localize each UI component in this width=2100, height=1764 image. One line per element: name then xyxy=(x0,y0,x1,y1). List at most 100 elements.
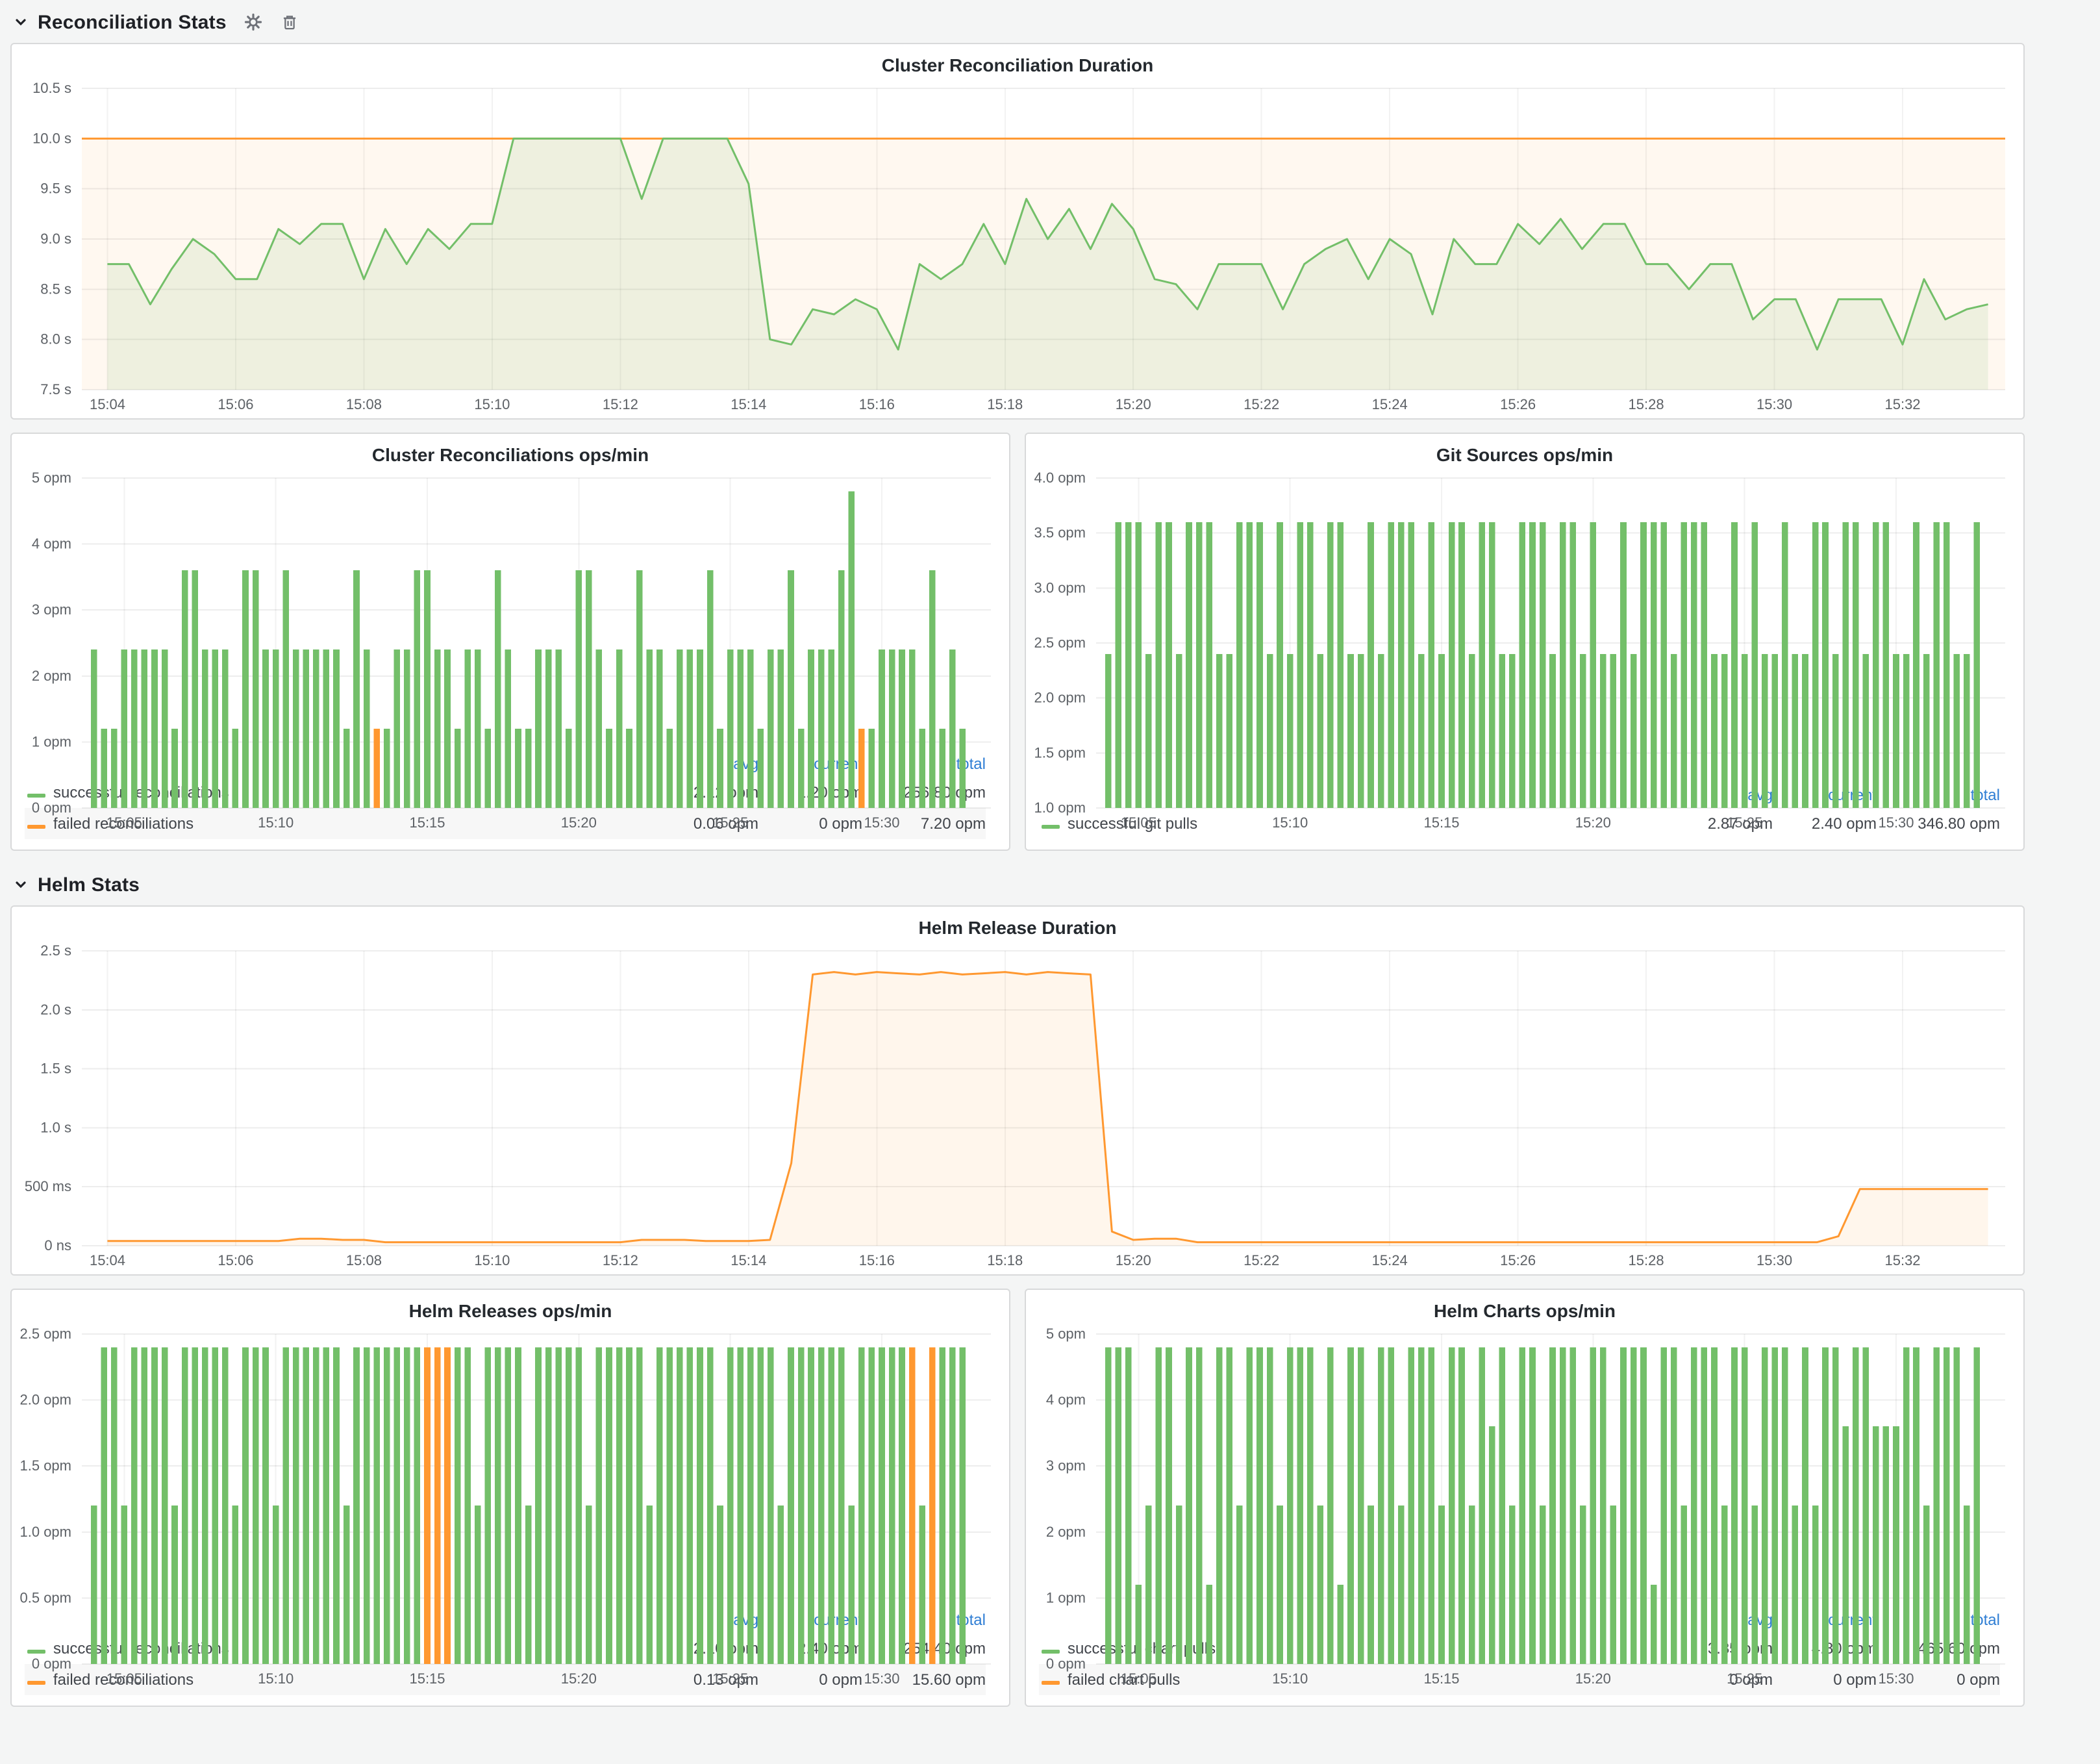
svg-text:15:15: 15:15 xyxy=(409,814,445,831)
svg-text:15:10: 15:10 xyxy=(1272,1670,1308,1687)
svg-text:15:20: 15:20 xyxy=(561,814,597,831)
svg-text:15:20: 15:20 xyxy=(1116,1252,1151,1268)
svg-text:2.0 opm: 2.0 opm xyxy=(1034,690,1086,706)
svg-text:15:16: 15:16 xyxy=(859,1252,895,1268)
svg-text:15:30: 15:30 xyxy=(864,814,899,831)
chart-git-sources-opm[interactable]: 1.0 opm1.5 opm2.0 opm2.5 opm3.0 opm3.5 o… xyxy=(1026,468,2023,779)
section-title: Reconciliation Stats xyxy=(38,11,227,33)
svg-text:15:26: 15:26 xyxy=(1500,1252,1536,1268)
panel-helm-charts-opm: Helm Charts ops/min 0 opm1 opm2 opm3 opm… xyxy=(1025,1289,2025,1707)
panel-title: Cluster Reconciliations ops/min xyxy=(12,434,1009,468)
svg-text:0 opm: 0 opm xyxy=(1046,1656,1086,1672)
svg-text:15:30: 15:30 xyxy=(1878,814,1914,831)
chevron-down-icon[interactable] xyxy=(13,877,29,892)
svg-text:15:10: 15:10 xyxy=(1272,814,1308,831)
svg-text:15:32: 15:32 xyxy=(1884,396,1920,412)
svg-text:15:10: 15:10 xyxy=(474,1252,510,1268)
svg-text:1 opm: 1 opm xyxy=(1046,1589,1086,1606)
chart-cluster-reconciliations-opm[interactable]: 0 opm1 opm2 opm3 opm4 opm5 opm15:0515:10… xyxy=(12,468,1009,748)
svg-text:2.0 s: 2.0 s xyxy=(40,1002,71,1018)
svg-text:1.5 opm: 1.5 opm xyxy=(1034,744,1086,761)
svg-text:2 opm: 2 opm xyxy=(32,668,71,684)
svg-text:15:16: 15:16 xyxy=(859,396,895,412)
svg-text:1.0 opm: 1.0 opm xyxy=(1034,800,1086,816)
trash-icon[interactable] xyxy=(281,13,299,31)
svg-text:0 opm: 0 opm xyxy=(32,800,71,816)
svg-text:15:15: 15:15 xyxy=(409,1670,445,1687)
svg-text:15:25: 15:25 xyxy=(712,1670,748,1687)
svg-text:15:20: 15:20 xyxy=(1575,1670,1611,1687)
svg-text:10.5 s: 10.5 s xyxy=(32,80,71,96)
svg-text:10.0 s: 10.0 s xyxy=(32,130,71,146)
section-title: Helm Stats xyxy=(38,874,140,896)
svg-text:15:06: 15:06 xyxy=(218,396,253,412)
svg-text:8.5 s: 8.5 s xyxy=(40,281,71,297)
svg-text:15:10: 15:10 xyxy=(258,1670,294,1687)
svg-text:3 opm: 3 opm xyxy=(32,601,71,618)
svg-text:15:24: 15:24 xyxy=(1372,1252,1408,1268)
svg-text:1.5 s: 1.5 s xyxy=(40,1061,71,1077)
svg-text:15:22: 15:22 xyxy=(1244,396,1279,412)
chart-helm-release-duration[interactable]: 0 ns500 ms1.0 s1.5 s2.0 s2.5 s15:0415:06… xyxy=(12,940,2023,1274)
svg-text:2.0 opm: 2.0 opm xyxy=(20,1392,72,1408)
svg-text:3.0 opm: 3.0 opm xyxy=(1034,579,1086,596)
svg-text:500 ms: 500 ms xyxy=(25,1178,71,1194)
svg-text:15:05: 15:05 xyxy=(106,1670,142,1687)
svg-text:9.0 s: 9.0 s xyxy=(40,231,71,247)
svg-text:4 opm: 4 opm xyxy=(32,536,71,552)
svg-text:15:04: 15:04 xyxy=(90,1252,125,1268)
svg-text:1 opm: 1 opm xyxy=(32,733,71,750)
svg-text:15:20: 15:20 xyxy=(561,1670,597,1687)
svg-text:15:05: 15:05 xyxy=(1121,1670,1156,1687)
svg-text:3.5 opm: 3.5 opm xyxy=(1034,525,1086,541)
svg-text:15:24: 15:24 xyxy=(1372,396,1408,412)
svg-text:15:26: 15:26 xyxy=(1500,396,1536,412)
svg-text:15:10: 15:10 xyxy=(258,814,294,831)
chevron-down-icon[interactable] xyxy=(13,14,29,30)
svg-text:15:20: 15:20 xyxy=(1575,814,1611,831)
panel-title: Git Sources ops/min xyxy=(1026,434,2023,468)
svg-text:15:04: 15:04 xyxy=(90,396,125,412)
svg-text:15:06: 15:06 xyxy=(218,1252,253,1268)
svg-text:15:28: 15:28 xyxy=(1629,396,1664,412)
svg-text:15:32: 15:32 xyxy=(1884,1252,1920,1268)
panel-title: Helm Charts ops/min xyxy=(1026,1290,2023,1324)
svg-text:1.0 s: 1.0 s xyxy=(40,1119,71,1135)
svg-text:15:25: 15:25 xyxy=(712,814,748,831)
svg-text:15:12: 15:12 xyxy=(603,396,638,412)
svg-text:1.5 opm: 1.5 opm xyxy=(20,1457,72,1474)
svg-text:15:05: 15:05 xyxy=(106,814,142,831)
svg-text:0 opm: 0 opm xyxy=(32,1656,71,1672)
svg-text:15:08: 15:08 xyxy=(346,396,382,412)
chart-cluster-reconciliation-duration[interactable]: 7.5 s8.0 s8.5 s9.0 s9.5 s10.0 s10.5 s15:… xyxy=(12,78,2023,418)
chart-helm-charts-opm[interactable]: 0 opm1 opm2 opm3 opm4 opm5 opm15:0515:10… xyxy=(1026,1324,2023,1604)
svg-text:15:15: 15:15 xyxy=(1423,1670,1459,1687)
panel-title: Cluster Reconciliation Duration xyxy=(12,44,2023,78)
chart-helm-releases-opm[interactable]: 0 opm0.5 opm1.0 opm1.5 opm2.0 opm2.5 opm… xyxy=(12,1324,1009,1604)
svg-text:15:15: 15:15 xyxy=(1423,814,1459,831)
svg-text:15:30: 15:30 xyxy=(1756,1252,1792,1268)
svg-text:1.0 opm: 1.0 opm xyxy=(20,1524,72,1540)
section-helm-stats[interactable]: Helm Stats xyxy=(13,868,2025,901)
svg-text:7.5 s: 7.5 s xyxy=(40,381,71,397)
svg-text:15:12: 15:12 xyxy=(603,1252,638,1268)
dashboard: Reconciliation Stats xyxy=(0,0,2100,1764)
svg-text:15:18: 15:18 xyxy=(987,396,1023,412)
svg-text:15:08: 15:08 xyxy=(346,1252,382,1268)
svg-text:5 opm: 5 opm xyxy=(1046,1326,1086,1342)
panel-title: Helm Release Duration xyxy=(12,907,2023,940)
svg-text:8.0 s: 8.0 s xyxy=(40,331,71,347)
svg-text:15:25: 15:25 xyxy=(1727,1670,1762,1687)
svg-text:15:05: 15:05 xyxy=(1121,814,1156,831)
svg-text:15:30: 15:30 xyxy=(1878,1670,1914,1687)
svg-text:2.5 opm: 2.5 opm xyxy=(1034,635,1086,651)
svg-text:0 ns: 0 ns xyxy=(44,1237,71,1254)
panel-git-sources-opm: Git Sources ops/min 1.0 opm 1.5 opm 2.0 op… xyxy=(1025,433,2025,851)
svg-text:15:20: 15:20 xyxy=(1116,396,1151,412)
section-reconciliation-stats[interactable]: Reconciliation Stats xyxy=(13,5,2025,39)
gear-icon[interactable] xyxy=(245,13,263,31)
svg-text:4.0 opm: 4.0 opm xyxy=(1034,470,1086,486)
svg-text:15:14: 15:14 xyxy=(731,1252,766,1268)
svg-text:15:30: 15:30 xyxy=(1756,396,1792,412)
panel-title: Helm Releases ops/min xyxy=(12,1290,1009,1324)
